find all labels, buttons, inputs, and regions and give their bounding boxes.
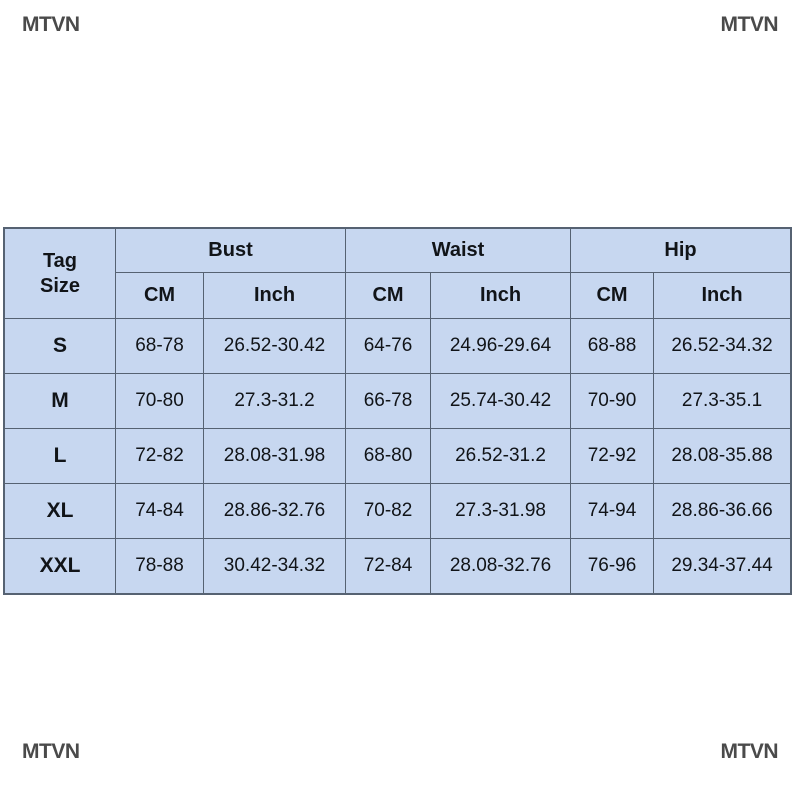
cell-waist-cm: 68-80 bbox=[345, 428, 432, 484]
header-bust-inch: Inch bbox=[202, 272, 347, 319]
size-chart-table: Tag Size Bust Waist Hip CM Inch CM Inch … bbox=[2, 227, 793, 595]
cell-waist-cm: 66-78 bbox=[345, 373, 432, 429]
cell-bust-cm: 78-88 bbox=[115, 538, 204, 594]
cell-waist-cm: 72-84 bbox=[345, 538, 432, 594]
cell-bust-cm: 70-80 bbox=[115, 373, 204, 429]
header-tag-size-line2: Size bbox=[39, 274, 81, 297]
cell-hip-inch: 27.3-35.1 bbox=[653, 373, 792, 429]
cell-hip-inch: 26.52-34.32 bbox=[653, 318, 792, 374]
cell-waist-inch: 25.74-30.42 bbox=[430, 373, 572, 429]
cell-size: XL bbox=[4, 483, 116, 539]
header-tag-size: Tag Size bbox=[4, 228, 116, 319]
cell-waist-cm: 70-82 bbox=[345, 483, 432, 539]
cell-size: M bbox=[4, 373, 116, 429]
cell-bust-inch: 26.52-30.42 bbox=[202, 318, 347, 374]
header-group-hip: Hip bbox=[570, 228, 792, 273]
header-hip-cm: CM bbox=[570, 272, 655, 319]
table-header: Tag Size Bust Waist Hip CM Inch CM Inch … bbox=[4, 228, 792, 319]
cell-bust-inch: 27.3-31.2 bbox=[202, 373, 347, 429]
cell-hip-inch: 29.34-37.44 bbox=[653, 538, 792, 594]
header-group-bust: Bust bbox=[114, 228, 347, 273]
cell-bust-cm: 74-84 bbox=[115, 483, 204, 539]
cell-hip-inch: 28.86-36.66 bbox=[653, 483, 792, 539]
size-chart-container: Tag Size Bust Waist Hip CM Inch CM Inch … bbox=[2, 227, 793, 595]
cell-bust-inch: 30.42-34.32 bbox=[202, 538, 347, 594]
header-bust-cm: CM bbox=[115, 272, 204, 319]
cell-waist-inch: 24.96-29.64 bbox=[430, 318, 572, 374]
header-row-groups: Tag Size Bust Waist Hip bbox=[4, 228, 792, 319]
cell-hip-inch: 28.08-35.88 bbox=[653, 428, 792, 484]
cell-bust-inch: 28.86-32.76 bbox=[202, 483, 347, 539]
cell-waist-cm: 64-76 bbox=[345, 318, 432, 374]
cell-size: L bbox=[4, 428, 116, 484]
header-group-waist: Waist bbox=[345, 228, 572, 273]
cell-waist-inch: 26.52-31.2 bbox=[430, 428, 572, 484]
table-body: S 68-78 26.52-30.42 64-76 24.96-29.64 68… bbox=[4, 318, 792, 594]
table-row: XL 74-84 28.86-32.76 70-82 27.3-31.98 74… bbox=[4, 483, 792, 539]
cell-bust-cm: 68-78 bbox=[115, 318, 204, 374]
header-row-units: CM Inch CM Inch CM Inch bbox=[5, 272, 792, 319]
header-waist-cm: CM bbox=[345, 272, 432, 319]
table-row: S 68-78 26.52-30.42 64-76 24.96-29.64 68… bbox=[4, 318, 792, 374]
watermark-bottom-right: MTVN bbox=[720, 740, 779, 763]
header-tag-size-line1: Tag bbox=[42, 250, 78, 273]
cell-waist-inch: 27.3-31.98 bbox=[430, 483, 572, 539]
cell-bust-inch: 28.08-31.98 bbox=[202, 428, 347, 484]
cell-hip-cm: 74-94 bbox=[570, 483, 655, 539]
watermark-top-right: MTVN bbox=[720, 13, 779, 36]
header-waist-inch: Inch bbox=[430, 272, 572, 319]
watermark-top-left: MTVN bbox=[22, 13, 80, 36]
header-hip-inch: Inch bbox=[653, 272, 792, 319]
table-row: M 70-80 27.3-31.2 66-78 25.74-30.42 70-9… bbox=[4, 373, 792, 429]
cell-size: XXL bbox=[4, 538, 116, 594]
cell-hip-cm: 68-88 bbox=[570, 318, 655, 374]
cell-hip-cm: 70-90 bbox=[570, 373, 655, 429]
cell-bust-cm: 72-82 bbox=[115, 428, 204, 484]
cell-hip-cm: 76-96 bbox=[570, 538, 655, 594]
table-row: L 72-82 28.08-31.98 68-80 26.52-31.2 72-… bbox=[4, 428, 792, 484]
table-row: XXL 78-88 30.42-34.32 72-84 28.08-32.76 … bbox=[4, 538, 792, 594]
cell-hip-cm: 72-92 bbox=[570, 428, 655, 484]
cell-waist-inch: 28.08-32.76 bbox=[430, 538, 572, 594]
watermark-bottom-left: MTVN bbox=[22, 740, 80, 763]
cell-size: S bbox=[4, 318, 116, 374]
